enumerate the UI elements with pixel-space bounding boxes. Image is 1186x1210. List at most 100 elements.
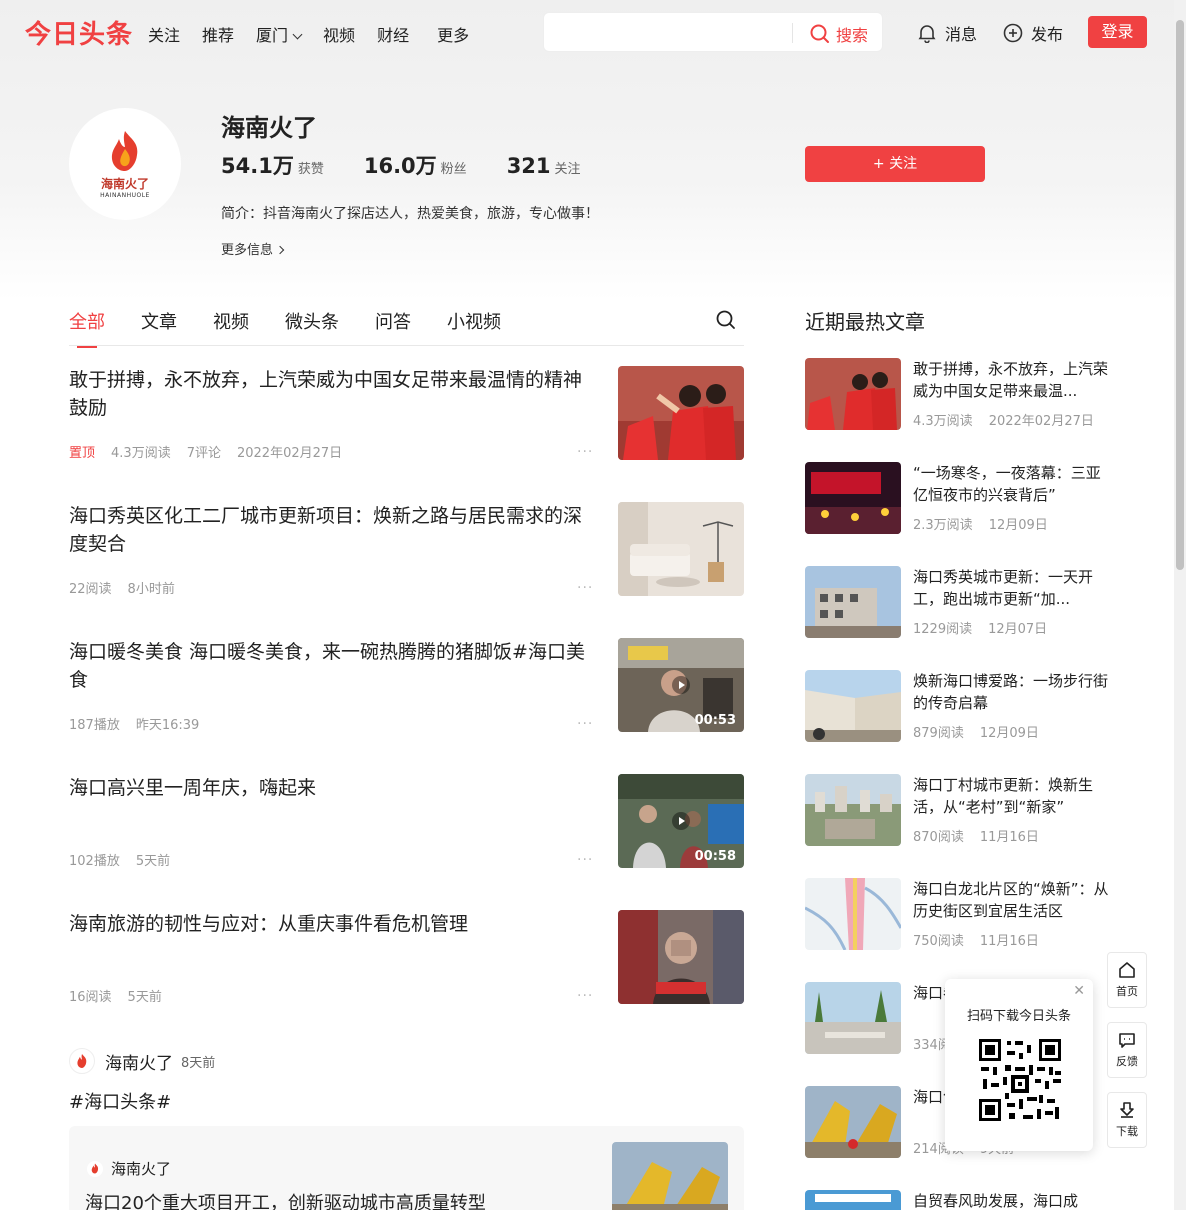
- tab-videos[interactable]: 视频: [213, 308, 249, 334]
- hot-article-item[interactable]: 海口白龙北片区的“焕新”：从历史街区到宜居生活区 750阅读 11月16日: [805, 878, 1115, 952]
- hot-article-title[interactable]: 自贸春风助发展，海口成: [913, 1190, 1111, 1210]
- hot-article-title[interactable]: 海口丁村城市更新：焕新生活，从“老村”到“新家”: [913, 774, 1111, 818]
- download-float-button[interactable]: 下载: [1107, 1092, 1147, 1148]
- hot-article-item[interactable]: 焕新海口博爱路：一场步行街的传奇启幕 879阅读 12月09日: [805, 670, 1115, 744]
- hot-article-thumbnail[interactable]: [805, 1086, 901, 1158]
- feed-item[interactable]: 海口暖冬美食 海口暖冬美食，来一碗热腾腾的猪脚饭#海口美食 187播放 昨天16…: [69, 638, 744, 734]
- search-input[interactable]: [554, 21, 784, 45]
- follow-button[interactable]: + 关注: [805, 146, 985, 182]
- logo[interactable]: 今日头条: [25, 14, 133, 51]
- video-thumbnail[interactable]: 00:58: [618, 774, 744, 868]
- feed-reads: 22阅读: [69, 582, 112, 597]
- hot-article-thumbnail[interactable]: [805, 1190, 901, 1210]
- search-button[interactable]: 搜索: [810, 22, 868, 46]
- tab-all[interactable]: 全部: [69, 308, 105, 348]
- feed-item[interactable]: 敢于拼搏，永不放弃，上汽荣威为中国女足带来最温情的精神鼓励 置顶 4.3万阅读 …: [69, 366, 744, 462]
- close-icon[interactable]: ✕: [1073, 983, 1085, 999]
- stat-following[interactable]: 321 关注: [507, 154, 581, 178]
- more-info-link[interactable]: 更多信息: [221, 239, 285, 258]
- feedback-float-label: 反馈: [1116, 1055, 1138, 1068]
- nav-city-label: 厦门: [256, 26, 289, 45]
- hot-article-reads: 750阅读: [913, 934, 964, 949]
- more-options-icon[interactable]: ···: [577, 988, 593, 1004]
- hot-article-meta: 4.3万阅读 2022年02月27日: [913, 410, 1110, 429]
- video-thumbnail[interactable]: 00:53: [618, 638, 744, 732]
- home-icon: [1119, 962, 1135, 978]
- feed-title[interactable]: 海口秀英区化工二厂城市更新项目：焕新之路与居民需求的深度契合: [69, 502, 599, 558]
- hot-article-time: 11月16日: [979, 830, 1039, 845]
- feed-thumbnail[interactable]: [618, 366, 744, 460]
- feed-title[interactable]: 海口暖冬美食 海口暖冬美食，来一碗热腾腾的猪脚饭#海口美食: [69, 638, 599, 694]
- hot-article-thumbnail[interactable]: [805, 774, 901, 846]
- quote-author-name: 海南火了: [111, 1160, 172, 1178]
- stat-likes: 54.1万 获赞: [221, 150, 324, 180]
- hot-article-title[interactable]: “一场寒冬，一夜落幕：三亚亿恒夜市的兴衰背后”: [913, 462, 1111, 506]
- hot-article-item[interactable]: 海口秀英城市更新：一天开工，跑出城市更新“加... 1229阅读 12月07日: [805, 566, 1115, 640]
- hot-article-thumbnail[interactable]: [805, 566, 901, 638]
- messages-link[interactable]: 消息: [917, 21, 977, 45]
- feed-plays: 187播放: [69, 718, 120, 733]
- following-count: 321: [506, 154, 551, 178]
- feed-thumbnail[interactable]: [618, 502, 744, 596]
- stat-fans[interactable]: 16.0万 粉丝: [364, 150, 467, 180]
- feed-title[interactable]: 海口高兴里一周年庆，嗨起来: [69, 774, 599, 802]
- feed-item[interactable]: 海南旅游的韧性与应对：从重庆事件看危机管理 16阅读 5天前 ···: [69, 910, 744, 1006]
- quote-author: 海南火了: [87, 1158, 171, 1179]
- hot-article-thumbnail[interactable]: [805, 982, 901, 1054]
- hot-article-title[interactable]: 敢于拼搏，永不放弃，上汽荣威为中国女足带来最温...: [913, 358, 1111, 402]
- messages-label: 消息: [945, 25, 978, 44]
- hot-article-reads: 2.3万阅读: [913, 518, 973, 533]
- hot-article-item[interactable]: “一场寒冬，一夜落幕：三亚亿恒夜市的兴衰背后” 2.3万阅读 12月09日: [805, 462, 1115, 536]
- tab-short-video[interactable]: 小视频: [447, 308, 501, 334]
- publish-link[interactable]: 发布: [1003, 21, 1063, 45]
- search-icon[interactable]: [716, 310, 736, 330]
- qr-download-popup: ✕ 扫码下载今日头条: [945, 979, 1093, 1151]
- nav-city[interactable]: 厦门: [256, 22, 303, 46]
- tab-articles[interactable]: 文章: [141, 308, 177, 334]
- hot-article-item[interactable]: 海口丁村城市更新：焕新生活，从“老村”到“新家” 870阅读 11月16日: [805, 774, 1115, 848]
- feedback-float-button[interactable]: 反馈: [1107, 1022, 1147, 1078]
- flame-logo-icon: [91, 1163, 99, 1174]
- nav-more[interactable]: 更多: [437, 22, 469, 46]
- feed-title[interactable]: 海南旅游的韧性与应对：从重庆事件看危机管理: [69, 910, 599, 938]
- more-info-label: 更多信息: [221, 243, 274, 258]
- nav-finance[interactable]: 财经: [377, 22, 409, 46]
- feed-item[interactable]: 海口秀英区化工二厂城市更新项目：焕新之路与居民需求的深度契合 22阅读 8小时前…: [69, 502, 744, 598]
- avatar-brand-text: 海南火了: [100, 177, 149, 191]
- hot-article-title[interactable]: 海口秀英城市更新：一天开工，跑出城市更新“加...: [913, 566, 1111, 610]
- nav-follow[interactable]: 关注: [148, 22, 180, 46]
- tab-qa[interactable]: 问答: [375, 308, 411, 334]
- post-author-name[interactable]: 海南火了: [105, 1049, 173, 1074]
- hot-article-item[interactable]: 敢于拼搏，永不放弃，上汽荣威为中国女足带来最温... 4.3万阅读 2022年02…: [805, 358, 1115, 432]
- hot-article-item[interactable]: 自贸春风助发展，海口成: [805, 1190, 1115, 1210]
- play-icon: [672, 676, 690, 694]
- feed-title[interactable]: 敢于拼搏，永不放弃，上汽荣威为中国女足带来最温情的精神鼓励: [69, 366, 599, 422]
- hot-article-thumbnail[interactable]: [805, 670, 901, 742]
- more-options-icon[interactable]: ···: [577, 716, 593, 732]
- home-float-button[interactable]: 首页: [1107, 952, 1147, 1008]
- feed-item[interactable]: 海口高兴里一周年庆，嗨起来 102播放 5天前 ··· 00:58: [69, 774, 744, 870]
- scrollbar-thumb[interactable]: [1176, 20, 1184, 570]
- nav-recommend[interactable]: 推荐: [202, 22, 234, 46]
- more-options-icon[interactable]: ···: [577, 444, 593, 460]
- hot-article-title[interactable]: 海口白龙北片区的“焕新”：从历史街区到宜居生活区: [913, 878, 1111, 922]
- fans-label: 粉丝: [440, 162, 467, 177]
- profile-avatar[interactable]: 海南火了 HAINANHUOLE: [69, 108, 181, 220]
- hot-article-thumbnail[interactable]: [805, 462, 901, 534]
- hot-article-thumbnail[interactable]: [805, 358, 901, 430]
- more-options-icon[interactable]: ···: [577, 852, 593, 868]
- post-time: 8天前: [181, 1055, 216, 1071]
- more-options-icon[interactable]: ···: [577, 580, 593, 596]
- nav-video[interactable]: 视频: [323, 22, 355, 46]
- feed-thumbnail[interactable]: [618, 910, 744, 1004]
- login-button[interactable]: 登录: [1088, 16, 1147, 48]
- tab-micro[interactable]: 微头条: [285, 308, 339, 334]
- author-avatar[interactable]: [69, 1048, 95, 1074]
- hot-article-thumbnail[interactable]: [805, 878, 901, 950]
- quote-title[interactable]: 海口20个重大项目开工，创新驱动城市高质量转型: [85, 1189, 486, 1210]
- post-text[interactable]: #海口头条#: [69, 1088, 171, 1114]
- post-author[interactable]: 海南火了 8天前: [69, 1048, 215, 1074]
- hot-article-title[interactable]: 焕新海口博爱路：一场步行街的传奇启幕: [913, 670, 1111, 714]
- quoted-article-card[interactable]: 海南火了 海口20个重大项目开工，创新驱动城市高质量转型: [69, 1126, 744, 1210]
- scrollbar[interactable]: [1174, 0, 1186, 1210]
